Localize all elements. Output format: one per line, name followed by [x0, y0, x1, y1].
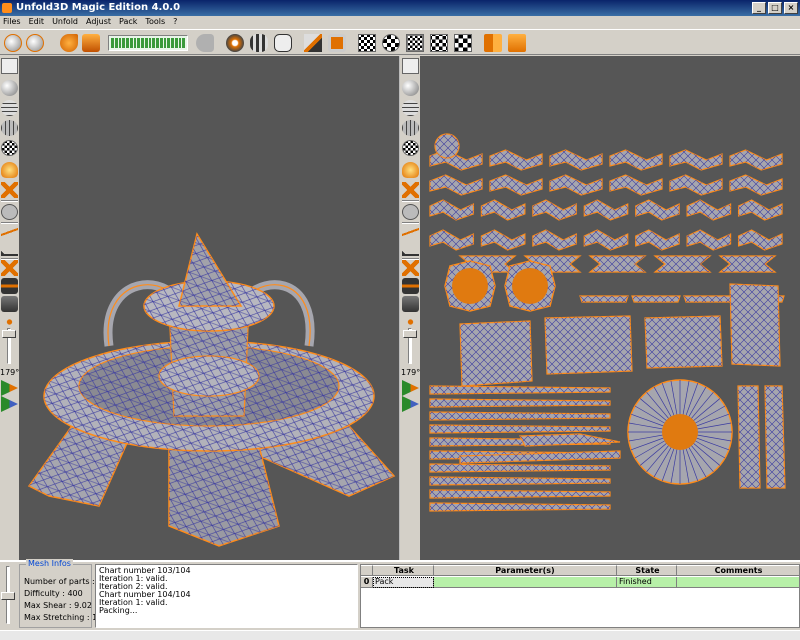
menu-files[interactable]: Files	[3, 16, 21, 28]
question-checker-icon[interactable]	[382, 34, 400, 52]
menu-unfold[interactable]: Unfold	[52, 16, 78, 28]
arrow-right-icon[interactable]	[1, 58, 18, 74]
weld-edges-icon[interactable]	[402, 278, 419, 294]
menu-pack[interactable]: Pack	[119, 16, 137, 28]
unfold3d-window: Unfold3D Magic Edition 4.0.0 _ □ × Files…	[0, 0, 800, 640]
maximize-button[interactable]: □	[768, 2, 782, 14]
column-header-state[interactable]: State	[617, 565, 677, 576]
edge-select-icon[interactable]	[402, 224, 419, 240]
checker-flag-icon[interactable]	[358, 34, 376, 52]
menu-adjust[interactable]: Adjust	[86, 16, 111, 28]
horizontal-scrollbar[interactable]	[0, 630, 800, 640]
edge-select-icon[interactable]	[1, 224, 18, 240]
play-rotate-back-icon[interactable]	[1, 396, 18, 412]
task-table: Task Parameter(s) State Comments 0 Pack …	[360, 564, 800, 628]
sphere-shaded-icon[interactable]	[402, 80, 419, 96]
checker-small-icon[interactable]	[406, 34, 424, 52]
comments-cell[interactable]	[677, 577, 799, 588]
log-line: Iteration 1: valid.	[99, 598, 168, 607]
menu-edit[interactable]: Edit	[29, 16, 45, 28]
menu-bar: Files Edit Unfold Adjust Pack Tools ?	[0, 16, 800, 28]
menu-tools[interactable]: Tools	[145, 16, 165, 28]
unfold-icon[interactable]	[226, 34, 244, 52]
relax-icon[interactable]	[274, 34, 292, 52]
bottom-slider[interactable]	[1, 592, 15, 600]
state-cell: Finished	[617, 577, 677, 588]
rotation-angle: 179°	[0, 368, 20, 377]
move-icon[interactable]	[402, 182, 419, 198]
light-bulb-icon[interactable]	[402, 162, 419, 178]
parameters-cell[interactable]	[434, 577, 617, 588]
sphere-checker-icon[interactable]	[402, 140, 419, 156]
zoom-slider[interactable]	[2, 330, 16, 338]
uv-layout-view	[429, 133, 786, 512]
title-bar: Unfold3D Magic Edition 4.0.0 _ □ ×	[0, 0, 800, 16]
weld-icon[interactable]	[82, 34, 100, 52]
triangle-select-icon[interactable]	[402, 240, 419, 256]
fish-icon[interactable]	[196, 34, 214, 52]
pack-icon[interactable]	[484, 34, 502, 52]
bottom-panel: Mesh Infos Number of parts : 104 Difficu…	[0, 559, 800, 640]
left-tool-strip: 179°	[0, 56, 19, 560]
light-bulb-icon[interactable]	[1, 162, 18, 178]
task-cell[interactable]: Pack	[373, 577, 434, 588]
optimize-icon[interactable]	[250, 34, 268, 52]
zoom-slider[interactable]	[403, 330, 417, 338]
progress-meter	[108, 35, 188, 51]
log-output[interactable]: Chart number 103/104 Iteration 1: valid.…	[95, 564, 358, 628]
play-rotate-back-icon[interactable]	[402, 396, 419, 412]
column-header-index[interactable]	[361, 565, 373, 576]
cut-edges-icon[interactable]	[402, 260, 419, 276]
stop-icon[interactable]	[328, 34, 346, 52]
sphere-mixed-icon[interactable]	[1, 120, 18, 136]
weld-edges-icon[interactable]	[1, 278, 18, 294]
3d-mesh-view	[27, 232, 396, 547]
cut-icon[interactable]	[60, 34, 78, 52]
split-icon[interactable]	[1, 296, 18, 312]
pin-icon[interactable]	[304, 34, 322, 52]
row-index: 0	[361, 577, 373, 588]
move-icon[interactable]	[1, 182, 18, 198]
column-header-parameters[interactable]: Parameter(s)	[434, 565, 617, 576]
fish-view-icon[interactable]	[402, 204, 419, 220]
sphere-shaded-icon[interactable]	[1, 80, 18, 96]
mesh-infos-group: Mesh Infos Number of parts : 104 Difficu…	[19, 559, 113, 628]
fish-view-icon[interactable]	[1, 204, 18, 220]
difficulty: Difficulty : 400	[24, 589, 83, 598]
table-row[interactable]: 0 Pack Finished	[361, 577, 799, 588]
close-button[interactable]: ×	[784, 2, 798, 14]
mesh-infos-title: Mesh Infos	[26, 559, 73, 568]
column-header-comments[interactable]: Comments	[677, 565, 799, 576]
right-tool-strip: 179°	[401, 56, 420, 560]
save-mesh-icon[interactable]	[26, 34, 44, 52]
app-icon	[2, 3, 12, 13]
menu-help[interactable]: ?	[173, 16, 177, 28]
column-header-task[interactable]: Task	[373, 565, 434, 576]
play-rotate-icon[interactable]	[402, 380, 419, 396]
sphere-wire-icon[interactable]	[402, 100, 419, 116]
load-mesh-icon[interactable]	[4, 34, 22, 52]
split-icon[interactable]	[402, 296, 419, 312]
minimize-button[interactable]: _	[752, 2, 766, 14]
sphere-checker-icon[interactable]	[1, 140, 18, 156]
rotation-angle: 179°	[401, 368, 421, 377]
sphere-mixed-icon[interactable]	[402, 120, 419, 136]
sphere-wire-icon[interactable]	[1, 100, 18, 116]
checker-large-icon[interactable]	[454, 34, 472, 52]
window-title: Unfold3D Magic Edition 4.0.0	[16, 2, 181, 13]
checker-medium-icon[interactable]	[430, 34, 448, 52]
max-shear: Max Shear : 9.02	[24, 601, 92, 610]
play-rotate-icon[interactable]	[1, 380, 18, 396]
log-line: Packing...	[99, 606, 138, 615]
task-table-header: Task Parameter(s) State Comments	[361, 565, 799, 576]
cut-edges-icon[interactable]	[1, 260, 18, 276]
arrow-right-icon[interactable]	[402, 58, 419, 74]
pack-help-icon[interactable]	[508, 34, 526, 52]
main-toolbar	[0, 29, 800, 55]
3d-viewport[interactable]	[19, 56, 400, 560]
uv-viewport[interactable]	[420, 56, 800, 560]
triangle-select-icon[interactable]	[1, 240, 18, 256]
